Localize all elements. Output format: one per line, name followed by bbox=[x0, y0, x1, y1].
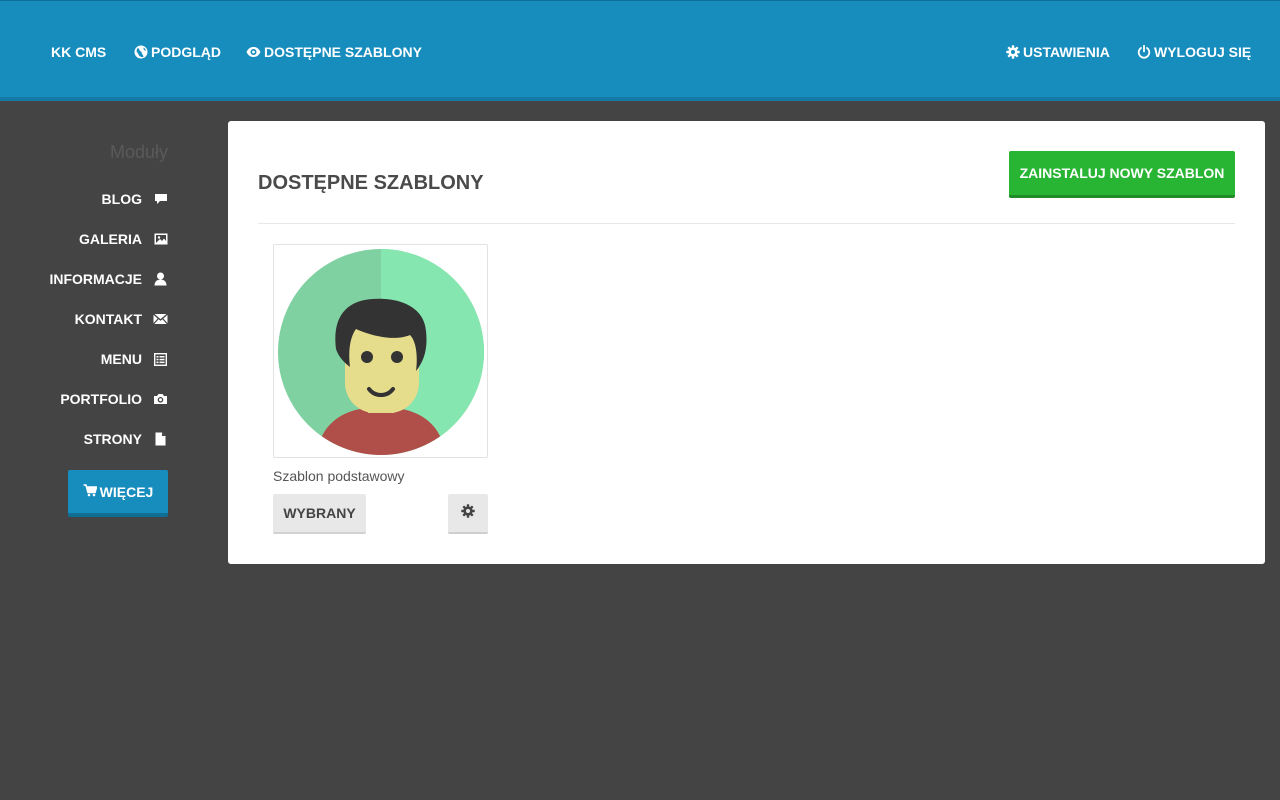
sidebar-item-gallery[interactable]: GALERIA bbox=[79, 228, 168, 250]
templates-label: DOSTĘPNE SZABLONY bbox=[264, 44, 422, 60]
sidebar-item-label: GALERIA bbox=[79, 231, 142, 247]
sidebar-item-pages[interactable]: STRONY bbox=[84, 428, 168, 450]
sidebar-item-menu[interactable]: MENU bbox=[101, 348, 168, 370]
template-name: Szablon podstawowy bbox=[273, 468, 405, 484]
top-navbar: KK CMS PODGLĄD DOSTĘPNE SZABLONY USTAWIE… bbox=[0, 0, 1280, 101]
templates-panel: DOSTĘPNE SZABLONY ZAINSTALUJ NOWY SZABLO… bbox=[228, 121, 1265, 564]
preview-label: PODGLĄD bbox=[151, 44, 221, 60]
file-icon bbox=[153, 432, 168, 447]
list-icon bbox=[153, 352, 168, 367]
logout-link[interactable]: WYLOGUJ SIĘ bbox=[1137, 41, 1251, 63]
settings-link[interactable]: USTAWIENIA bbox=[1006, 41, 1110, 63]
sidebar-title: Moduły bbox=[109, 142, 168, 162]
sidebar-item-label: PORTFOLIO bbox=[60, 391, 142, 407]
eye-icon bbox=[246, 46, 261, 58]
sidebar-item-portfolio[interactable]: PORTFOLIO bbox=[60, 388, 168, 410]
templates-link[interactable]: DOSTĘPNE SZABLONY bbox=[246, 41, 422, 63]
shopping-cart-icon bbox=[83, 483, 97, 500]
camera-icon bbox=[153, 392, 168, 407]
sidebar-item-information[interactable]: INFORMACJE bbox=[49, 268, 168, 290]
sidebar-item-label: BLOG bbox=[101, 191, 142, 207]
brand-link[interactable]: KK CMS bbox=[51, 41, 106, 63]
sidebar-item-label: INFORMACJE bbox=[49, 271, 142, 287]
envelope-icon bbox=[153, 312, 168, 327]
gear-icon bbox=[461, 503, 475, 523]
selected-template-button[interactable]: WYBRANY bbox=[273, 494, 366, 534]
comment-icon bbox=[153, 192, 168, 207]
sidebar-item-label: STRONY bbox=[83, 431, 142, 447]
settings-label: USTAWIENIA bbox=[1023, 44, 1110, 60]
logout-label: WYLOGUJ SIĘ bbox=[1154, 44, 1252, 60]
template-settings-button[interactable] bbox=[448, 494, 488, 534]
user-icon bbox=[153, 272, 168, 287]
sidebar-item-label: MENU bbox=[100, 351, 142, 367]
sidebar-item-contact[interactable]: KONTAKT bbox=[75, 308, 168, 330]
page-title: DOSTĘPNE SZABLONY bbox=[258, 172, 484, 194]
brand-label: KK CMS bbox=[51, 44, 107, 60]
avatar-illustration bbox=[278, 249, 484, 455]
preview-link[interactable]: PODGLĄD bbox=[134, 41, 221, 63]
template-thumbnail[interactable] bbox=[273, 244, 488, 458]
power-icon bbox=[1137, 45, 1151, 59]
more-button-label: WIĘCEJ bbox=[99, 483, 154, 500]
divider bbox=[258, 223, 1235, 224]
sidebar-item-blog[interactable]: BLOG bbox=[102, 188, 168, 210]
more-button[interactable]: WIĘCEJ bbox=[68, 470, 168, 517]
install-template-button[interactable]: ZAINSTALUJ NOWY SZABLON bbox=[1009, 151, 1235, 198]
picture-icon bbox=[153, 232, 168, 247]
sidebar-item-label: KONTAKT bbox=[74, 311, 142, 327]
globe-icon bbox=[134, 45, 148, 59]
gear-icon bbox=[1006, 45, 1020, 59]
